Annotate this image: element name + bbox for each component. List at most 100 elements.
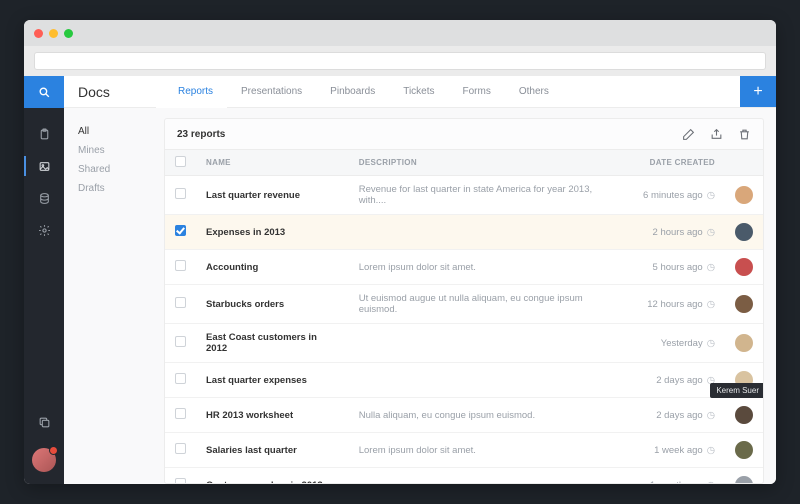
- tab-tickets[interactable]: Tickets: [389, 76, 448, 108]
- header: Docs ReportsPresentationsPinboardsTicket…: [64, 76, 776, 108]
- share-icon[interactable]: [709, 127, 723, 141]
- reports-table: NAME DESCRIPTION DATE CREATED Last quart…: [165, 149, 763, 484]
- sidebar-image-icon[interactable]: [24, 150, 64, 182]
- clock-icon: ◷: [707, 299, 715, 310]
- clock-icon: ◷: [707, 190, 715, 201]
- row-avatar[interactable]: [735, 406, 753, 424]
- row-avatar[interactable]: [735, 441, 753, 459]
- row-date: 2 days ago◷: [629, 398, 725, 433]
- col-avatar: [725, 150, 763, 176]
- app-sidebar: [24, 76, 64, 484]
- tab-reports[interactable]: Reports: [164, 76, 227, 108]
- sidebar-settings-icon[interactable]: [24, 214, 64, 246]
- content-area: Docs ReportsPresentationsPinboardsTicket…: [64, 76, 776, 484]
- panel-header: 23 reports: [165, 119, 763, 149]
- row-name: Accounting: [196, 250, 349, 285]
- row-checkbox[interactable]: [175, 225, 186, 236]
- table-row[interactable]: Starbucks ordersUt euismod augue ut null…: [165, 285, 763, 324]
- table-row[interactable]: AccountingLorem ipsum dolor sit amet.5 h…: [165, 250, 763, 285]
- url-bar-wrap: [24, 46, 776, 76]
- url-bar[interactable]: [34, 52, 766, 70]
- tab-presentations[interactable]: Presentations: [227, 76, 316, 108]
- row-checkbox[interactable]: [175, 478, 186, 484]
- subnav-item-drafts[interactable]: Drafts: [78, 179, 164, 198]
- row-description: [349, 468, 629, 485]
- tab-others[interactable]: Others: [505, 76, 563, 108]
- row-date: 2 hours ago◷: [629, 215, 725, 250]
- add-button[interactable]: +: [740, 76, 776, 107]
- select-all-checkbox[interactable]: [175, 156, 186, 167]
- table-row[interactable]: East Coast customers in 2012 Yesterday◷: [165, 324, 763, 363]
- row-description: Lorem ipsum dolor sit amet.: [349, 250, 629, 285]
- app-window: Docs ReportsPresentationsPinboardsTicket…: [24, 20, 776, 484]
- row-description: [349, 215, 629, 250]
- row-name: Customers orders in 2013: [196, 468, 349, 485]
- clock-icon: ◷: [707, 445, 715, 456]
- col-description: DESCRIPTION: [349, 150, 629, 176]
- close-icon[interactable]: [34, 29, 43, 38]
- table-row[interactable]: Customers orders in 20131 month ago◷: [165, 468, 763, 485]
- reports-panel: 23 reports: [164, 118, 764, 484]
- subnav-item-mines[interactable]: Mines: [78, 141, 164, 160]
- tab-forms[interactable]: Forms: [449, 76, 505, 108]
- row-name: Last quarter expenses: [196, 363, 349, 398]
- sidebar-copy-icon[interactable]: [24, 406, 64, 438]
- row-name: HR 2013 worksheet: [196, 398, 349, 433]
- row-date: 6 minutes ago◷: [629, 176, 725, 215]
- sidebar-database-icon[interactable]: [24, 182, 64, 214]
- row-description: Lorem ipsum dolor sit amet.: [349, 433, 629, 468]
- clock-icon: ◷: [707, 262, 715, 273]
- row-avatar[interactable]: [735, 258, 753, 276]
- row-description: Ut euismod augue ut nulla aliquam, eu co…: [349, 285, 629, 324]
- sidebar-clipboard-icon[interactable]: [24, 118, 64, 150]
- avatar-tooltip: Kerem Suer: [710, 383, 764, 398]
- col-checkbox: [165, 150, 196, 176]
- table-row[interactable]: Expenses in 2013 2 hours ago◷: [165, 215, 763, 250]
- table-row[interactable]: Last quarter revenueRevenue for last qua…: [165, 176, 763, 215]
- tab-pinboards[interactable]: Pinboards: [316, 76, 389, 108]
- clock-icon: ◷: [707, 338, 715, 349]
- search-button[interactable]: [24, 76, 64, 108]
- row-description: Nulla aliquam, eu congue ipsum euismod.: [349, 398, 629, 433]
- row-checkbox[interactable]: [175, 260, 186, 271]
- row-name: Salaries last quarter: [196, 433, 349, 468]
- row-date: Yesterday◷: [629, 324, 725, 363]
- row-checkbox[interactable]: [175, 443, 186, 454]
- row-avatar[interactable]: [735, 223, 753, 241]
- row-avatar[interactable]: [735, 295, 753, 313]
- row-checkbox[interactable]: [175, 373, 186, 384]
- table-row[interactable]: Salaries last quarterLorem ipsum dolor s…: [165, 433, 763, 468]
- row-name: Expenses in 2013: [196, 215, 349, 250]
- table-row[interactable]: HR 2013 worksheetNulla aliquam, eu congu…: [165, 398, 763, 433]
- page-title: Docs: [64, 76, 164, 107]
- clock-icon: ◷: [707, 410, 715, 421]
- row-date: 5 hours ago◷: [629, 250, 725, 285]
- edit-icon[interactable]: [681, 127, 695, 141]
- delete-icon[interactable]: [737, 127, 751, 141]
- user-avatar[interactable]: [32, 448, 56, 472]
- row-description: [349, 324, 629, 363]
- clock-icon: ◷: [707, 227, 715, 238]
- subnav-item-shared[interactable]: Shared: [78, 160, 164, 179]
- subnav-item-all[interactable]: All: [78, 122, 164, 141]
- row-name: Last quarter revenue: [196, 176, 349, 215]
- row-date: 12 hours ago◷: [629, 285, 725, 324]
- tabs: ReportsPresentationsPinboardsTicketsForm…: [164, 76, 740, 107]
- row-name: Starbucks orders: [196, 285, 349, 324]
- row-checkbox[interactable]: [175, 408, 186, 419]
- subnav: AllMinesSharedDrafts: [64, 108, 164, 484]
- row-checkbox[interactable]: [175, 336, 186, 347]
- minimize-icon[interactable]: [49, 29, 58, 38]
- row-checkbox[interactable]: [175, 297, 186, 308]
- row-avatar[interactable]: [735, 476, 753, 484]
- main: 23 reports: [164, 108, 776, 484]
- row-checkbox[interactable]: [175, 188, 186, 199]
- row-description: Revenue for last quarter in state Americ…: [349, 176, 629, 215]
- row-avatar[interactable]: [735, 186, 753, 204]
- table-row[interactable]: Last quarter expenses2 days ago◷Kerem Su…: [165, 363, 763, 398]
- body: AllMinesSharedDrafts 23 reports: [64, 108, 776, 484]
- row-date: 1 week ago◷: [629, 433, 725, 468]
- maximize-icon[interactable]: [64, 29, 73, 38]
- row-name: East Coast customers in 2012: [196, 324, 349, 363]
- row-avatar[interactable]: [735, 334, 753, 352]
